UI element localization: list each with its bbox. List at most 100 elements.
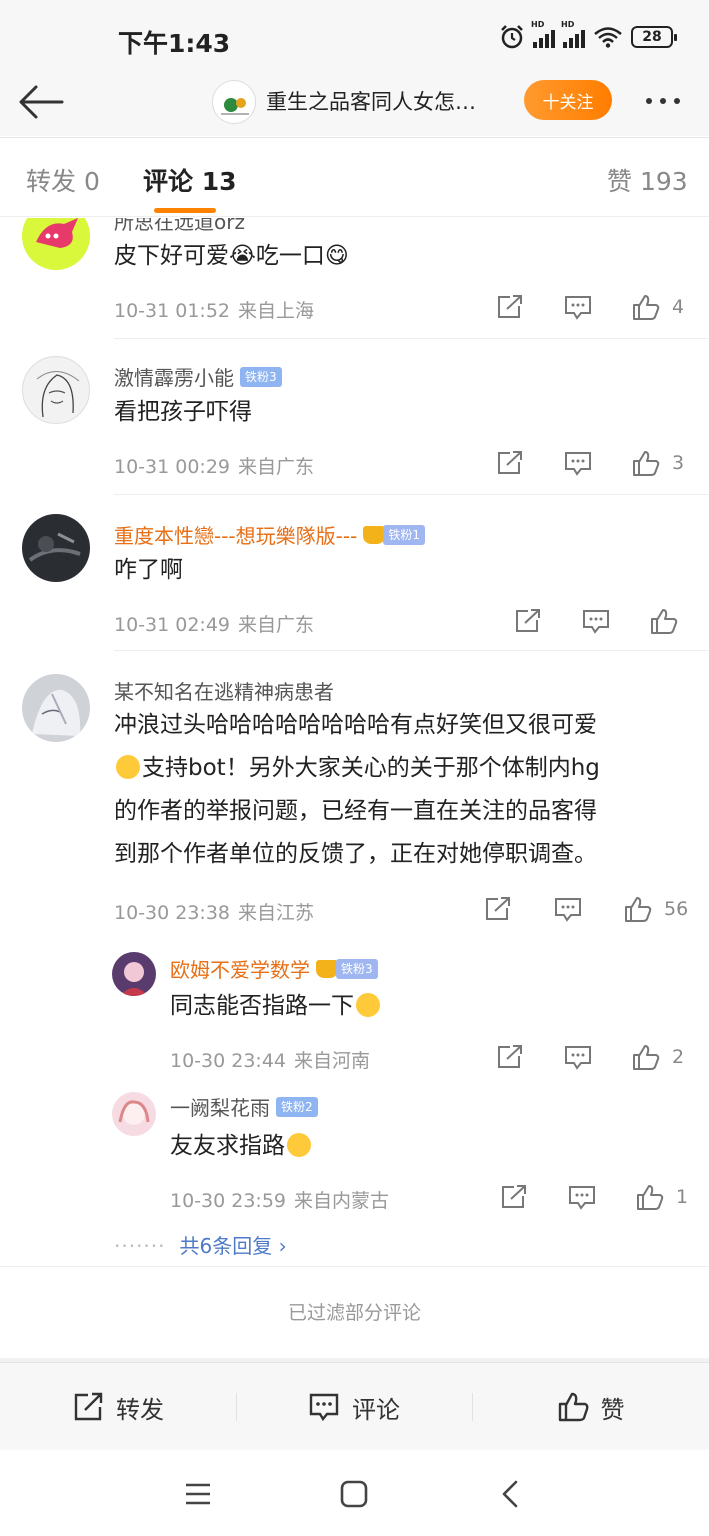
comment-icon[interactable]	[564, 1044, 592, 1070]
comment-icon	[309, 1393, 339, 1422]
signal-2-icon: HD	[561, 20, 585, 48]
tab-comment[interactable]: 评论 13	[143, 162, 237, 198]
repost-button[interactable]: 转发	[0, 1363, 236, 1451]
like-count: 3	[672, 452, 685, 474]
avatar[interactable]	[22, 674, 90, 742]
more-replies-link[interactable]: ······· 共6条回复 ›	[114, 1230, 287, 1259]
surprised-emoji-icon	[287, 1133, 311, 1157]
like-icon[interactable]	[636, 1184, 664, 1210]
comment-text-line: 到那个作者单位的反馈了，正在对她停职调查。	[114, 841, 597, 867]
avatar[interactable]	[112, 1092, 156, 1136]
comment-username[interactable]: 重度本性戀---想玩樂隊版---	[114, 520, 357, 549]
system-nav-bar	[0, 1450, 709, 1536]
comment-username[interactable]: 某不知名在逃精神病患者	[114, 676, 334, 705]
comment-text-line: 冲浪过头哈哈哈哈哈哈哈哈有点好笑但又很可爱	[114, 712, 597, 738]
share-icon[interactable]	[496, 294, 524, 320]
fan-badge[interactable]: 铁粉3	[240, 366, 282, 387]
reply-username-row: 欧姆不爱学数学 铁粉3	[170, 954, 378, 983]
comment-meta: 10-31 00:29 来自广东	[114, 452, 322, 479]
like-group[interactable]: 3	[632, 450, 684, 476]
tab-like[interactable]: 赞 193	[607, 162, 688, 198]
wifi-icon	[594, 27, 622, 48]
reply-time: 10-30 23:44	[170, 1050, 287, 1072]
comment-icon[interactable]	[554, 896, 582, 922]
share-icon[interactable]	[496, 1044, 524, 1070]
comment-icon[interactable]	[582, 608, 610, 634]
comment-text: 看把孩子吓得	[114, 399, 252, 425]
share-icon[interactable]	[500, 1184, 528, 1210]
fan-badge[interactable]: 铁粉2	[276, 1096, 318, 1117]
reply-text: 同志能否指路一下	[170, 986, 690, 1026]
comment-actions: 4	[496, 294, 684, 320]
comment-actions: 56	[484, 896, 688, 922]
signal-1-icon: HD	[531, 20, 555, 48]
like-count: 56	[664, 898, 689, 920]
fan-badge-group[interactable]: 铁粉3	[316, 958, 378, 979]
comment-icon[interactable]	[568, 1184, 596, 1210]
filtered-note: 已过滤部分评论	[0, 1266, 709, 1358]
more-dots-icon[interactable]	[646, 86, 694, 116]
tab-active-indicator	[154, 208, 216, 213]
comment-meta: 10-31 01:52 来自上海	[114, 296, 322, 323]
kiss-emoji-icon	[116, 755, 140, 779]
reply-location: 来自内蒙古	[294, 1190, 390, 1212]
comment-meta: 10-31 02:49 来自广东	[114, 610, 322, 637]
author-avatar[interactable]	[212, 80, 256, 124]
comment-icon[interactable]	[564, 450, 592, 476]
comment-username-row: 激情霹雳小能 铁粉3	[114, 362, 282, 391]
avatar[interactable]	[22, 218, 90, 270]
share-icon[interactable]	[514, 608, 542, 634]
comment-text: 咋了啊	[114, 557, 183, 583]
fan-badge-group[interactable]: 铁粉1	[363, 524, 425, 545]
tab-repost[interactable]: 转发 0	[26, 162, 100, 198]
avatar[interactable]	[22, 356, 90, 424]
status-time: 下午1:43	[118, 29, 231, 58]
comment-button[interactable]: 评论	[236, 1363, 472, 1451]
reply-username[interactable]: 欧姆不爱学数学	[170, 954, 310, 983]
like-group[interactable]: 2	[632, 1044, 684, 1070]
avatar[interactable]	[22, 514, 90, 582]
reply-username-row: 一阙梨花雨 铁粉2	[170, 1092, 318, 1121]
like-icon[interactable]	[632, 450, 660, 476]
comment-username[interactable]: 激情霹雳小能	[114, 362, 234, 391]
bottom-action-bar: 转发 评论 赞	[0, 1362, 709, 1450]
comment-location: 来自广东	[238, 456, 315, 478]
fan-badge: 铁粉3	[336, 958, 378, 979]
nav-bar: 重生之品客同人女怎… 十关注	[0, 70, 709, 136]
like-icon[interactable]	[624, 896, 652, 922]
comment-time: 10-31 01:52	[114, 300, 231, 322]
divider	[114, 650, 709, 651]
blush-emoji-icon	[356, 993, 380, 1017]
like-icon[interactable]	[650, 608, 678, 634]
back-icon[interactable]	[494, 1478, 526, 1510]
share-icon	[74, 1392, 103, 1421]
comment-text: 皮下好可爱😭吃一口😋	[114, 243, 349, 269]
fan-badge: 铁粉1	[383, 524, 425, 545]
reply-username[interactable]: 一阙梨花雨	[170, 1092, 270, 1121]
like-icon[interactable]	[632, 294, 660, 320]
alarm-icon	[501, 25, 523, 49]
like-button[interactable]: 赞	[472, 1363, 709, 1451]
battery-icon: 28	[631, 26, 677, 48]
comment-text-line-2: 支持bot！另外大家关心的关于那个体制内hg	[114, 747, 694, 790]
comment-meta: 10-30 23:38 来自江苏	[114, 898, 322, 925]
back-arrow-icon[interactable]	[16, 82, 64, 122]
menu-icon[interactable]	[182, 1478, 214, 1510]
comment-actions	[514, 608, 678, 634]
comment-username[interactable]: 所思在远道orz	[114, 218, 245, 235]
home-icon[interactable]	[338, 1478, 370, 1510]
like-group[interactable]: 1	[636, 1184, 688, 1210]
like-count: 2	[672, 1046, 685, 1068]
comment-list[interactable]: 所思在远道orz 皮下好可爱😭吃一口😋 10-31 01:52 来自上海 4 激情…	[0, 218, 709, 1264]
comment-icon[interactable]	[564, 294, 592, 320]
avatar[interactable]	[112, 952, 156, 996]
status-bar: 下午1:43 HD HD 28	[0, 0, 709, 70]
share-icon[interactable]	[496, 450, 524, 476]
like-group[interactable]: 4	[632, 294, 684, 320]
crown-icon	[316, 959, 338, 978]
like-group[interactable]: 56	[624, 896, 688, 922]
reply-text: 友友求指路	[170, 1126, 690, 1166]
share-icon[interactable]	[484, 896, 512, 922]
like-icon[interactable]	[632, 1044, 660, 1070]
follow-button[interactable]: 十关注	[524, 80, 612, 120]
